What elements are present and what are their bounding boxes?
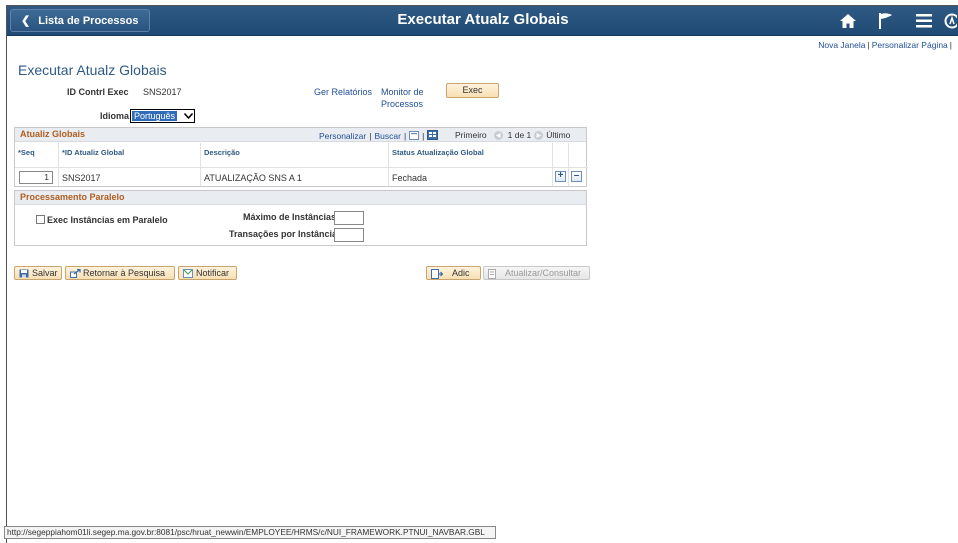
- grid-find-link[interactable]: Buscar: [374, 131, 400, 141]
- link-separator-2: |: [949, 40, 952, 50]
- top-links: Nova Janela | Personalizar Página |: [818, 40, 954, 50]
- browser-content: ❮ Lista de Processos Executar Atualz Glo…: [6, 5, 958, 543]
- next-icon[interactable]: ▶: [534, 130, 544, 140]
- parallel-title: Processamento Paralelo: [20, 192, 125, 202]
- grid-title: Atualiz Globais: [20, 129, 86, 139]
- new-window-link[interactable]: Nova Janela: [818, 40, 865, 50]
- browser-status-url: http://segeppiahom01li.segep.ma.gov.br:8…: [4, 526, 496, 539]
- notify-icon: [183, 268, 193, 278]
- save-button[interactable]: Salvar: [14, 266, 62, 280]
- update-display-label: Atualizar/Consultar: [505, 268, 582, 278]
- col-header-seq: *Seq: [18, 148, 35, 157]
- add-label: Adic: [452, 268, 470, 278]
- page-header-title: Executar Atualz Globais: [397, 11, 569, 28]
- return-to-search-label: Retornar à Pesquisa: [83, 268, 166, 278]
- grid-toolbar: Personalizar | Buscar | |: [319, 130, 439, 142]
- update-display-button[interactable]: Atualizar/Consultar: [483, 266, 590, 280]
- parallel-instances-label: Exec Instâncias em Paralelo: [47, 215, 168, 225]
- max-instances-label: Máximo de Instâncias: [243, 212, 337, 222]
- process-monitor-link-line2[interactable]: Processos: [381, 99, 423, 109]
- parallel-processing-panel: Processamento Paralelo Exec Instâncias e…: [14, 190, 587, 246]
- save-label: Salvar: [32, 268, 58, 278]
- parallel-instances-checkbox[interactable]: [36, 215, 45, 224]
- update-id-cell: SNS2017: [62, 173, 101, 183]
- grid-sep-2: |: [403, 131, 407, 141]
- language-select[interactable]: Português: [130, 109, 195, 123]
- status-cell: Fechada: [392, 173, 428, 183]
- grid-sep: |: [369, 131, 372, 141]
- download-excel-icon[interactable]: [427, 130, 439, 142]
- grid-pagination: Primeiro ◀ 1 de 1 ▶ Último: [455, 130, 570, 140]
- page-title: Executar Atualz Globais: [18, 62, 167, 78]
- header-banner: ❮ Lista de Processos Executar Atualz Glo…: [7, 6, 958, 36]
- first-link[interactable]: Primeiro: [455, 130, 487, 140]
- col-header-update-id: *ID Atualiz Global: [62, 148, 125, 157]
- report-manager-link[interactable]: Ger Relatórios: [314, 87, 372, 97]
- col-divider: [552, 143, 553, 186]
- col-divider: [58, 143, 59, 186]
- update-display-icon: [488, 268, 502, 279]
- grid-header: Atualiz Globais Personalizar | Buscar | …: [15, 128, 586, 142]
- header-actions: [829, 10, 958, 32]
- language-selected-value: Português: [132, 111, 178, 121]
- col-header-status: Status Atualização Global: [392, 148, 484, 157]
- home-icon[interactable]: [829, 10, 867, 32]
- add-button[interactable]: Adic: [426, 266, 481, 280]
- global-updates-grid: Atualiz Globais Personalizar | Buscar | …: [14, 127, 588, 187]
- run-button[interactable]: Exec: [446, 83, 499, 98]
- col-divider: [388, 143, 389, 186]
- transactions-per-instance-input[interactable]: [334, 228, 364, 242]
- link-separator: |: [867, 40, 870, 50]
- notify-label: Notificar: [196, 268, 230, 278]
- view-all-icon[interactable]: [409, 130, 420, 142]
- navbar-icon[interactable]: [943, 10, 958, 32]
- flag-icon[interactable]: [867, 10, 905, 32]
- add-row-icon[interactable]: +: [555, 171, 566, 182]
- previous-icon[interactable]: ◀: [493, 130, 503, 140]
- return-to-search-button[interactable]: Retornar à Pesquisa: [65, 266, 175, 280]
- menu-icon[interactable]: [905, 10, 943, 32]
- grid-personalize-link[interactable]: Personalizar: [319, 131, 366, 141]
- last-link[interactable]: Último: [546, 130, 570, 140]
- delete-row-icon[interactable]: –: [571, 171, 582, 182]
- transactions-per-instance-label: Transações por Instância: [229, 229, 338, 239]
- save-icon: [19, 269, 29, 278]
- col-divider: [568, 143, 569, 186]
- grid-sep-3: |: [422, 131, 425, 141]
- description-cell: ATUALIZAÇÃO SNS A 1: [204, 173, 302, 183]
- add-icon: [431, 268, 445, 279]
- return-arrow-icon: [70, 268, 81, 278]
- row-divider: [15, 167, 588, 168]
- seq-input[interactable]: 1: [19, 171, 53, 184]
- parallel-header: Processamento Paralelo: [15, 191, 586, 205]
- page-range: 1 de 1: [507, 130, 532, 140]
- col-header-description: Descrição: [204, 148, 240, 157]
- max-instances-input[interactable]: [334, 211, 364, 225]
- col-divider: [200, 143, 201, 186]
- chevron-down-icon: [182, 110, 194, 122]
- run-control-id-label: ID Contrl Exec: [67, 87, 129, 97]
- notify-button[interactable]: Notificar: [178, 266, 237, 280]
- run-control-id-value: SNS2017: [143, 87, 182, 97]
- language-label: Idioma: [100, 111, 130, 121]
- personalize-page-link[interactable]: Personalizar Página: [872, 40, 948, 50]
- process-monitor-link[interactable]: Monitor de: [381, 87, 424, 97]
